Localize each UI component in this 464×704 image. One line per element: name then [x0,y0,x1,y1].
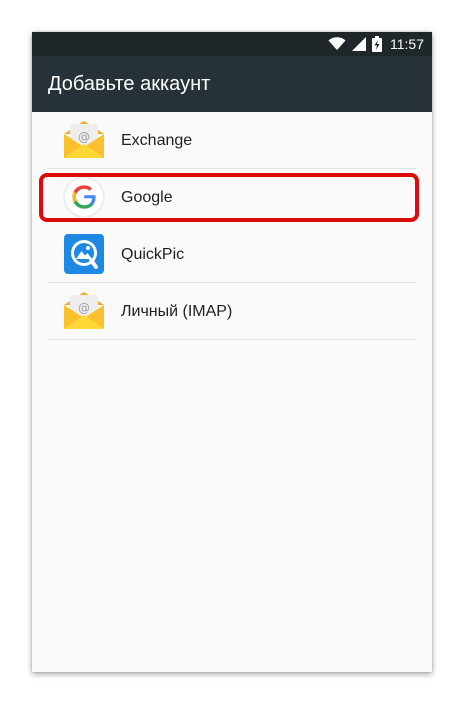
account-item-quickpic[interactable]: QuickPic [32,226,432,283]
wifi-icon [328,37,346,51]
svg-text:@: @ [78,130,90,144]
divider [48,339,416,340]
account-item-imap[interactable]: @ Личный (IMAP) [32,283,432,340]
status-time: 11:57 [390,36,424,52]
account-label: QuickPic [121,246,185,263]
account-item-google[interactable]: Google [32,169,432,226]
account-label: Exchange [121,132,193,149]
email-envelope-icon: @ [62,120,106,160]
google-logo-icon [62,176,106,218]
quickpic-icon [62,234,106,274]
status-bar: 11:57 [32,32,432,56]
account-label: Личный (IMAP) [121,303,233,320]
status-icons: 11:57 [328,32,424,56]
page-title: Добавьте аккаунт [48,73,211,95]
battery-charging-icon [372,36,382,52]
phone-screen: 11:57 Добавьте аккаунт @ Exchange Google… [32,32,432,672]
account-type-list: @ Exchange Google QuickPic @ Личный (IMA… [32,112,432,340]
account-label: Google [121,189,173,206]
email-envelope-icon: @ [62,291,106,331]
app-bar: Добавьте аккаунт [32,56,432,112]
svg-text:@: @ [78,301,90,315]
account-item-exchange[interactable]: @ Exchange [32,112,432,169]
signal-icon [352,37,366,51]
